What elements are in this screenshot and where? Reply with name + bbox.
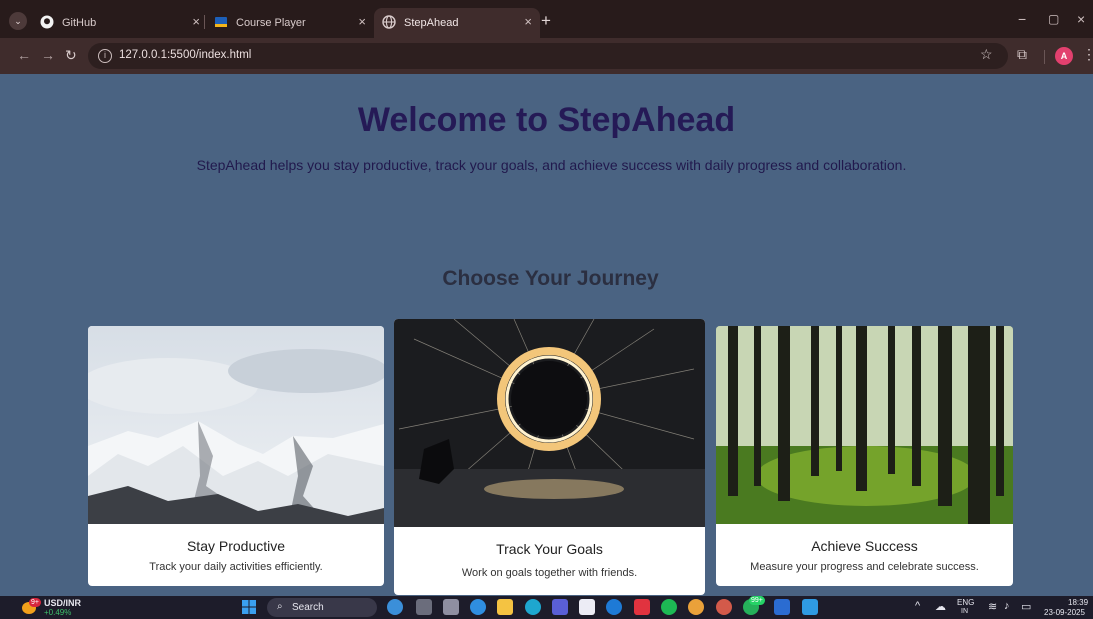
restore-button[interactable]: ▢ — [1048, 12, 1059, 26]
card-image-forest — [716, 326, 1013, 524]
card-description: Track your daily activities efficiently. — [149, 561, 323, 573]
tab-close-icon[interactable]: × — [192, 14, 200, 29]
region-indicator: IN — [961, 608, 968, 615]
page-title: Welcome to StepAhead — [357, 101, 736, 139]
extensions-icon[interactable]: ⧉ — [1017, 46, 1027, 63]
tab-divider — [204, 15, 205, 29]
card-track-your-goals[interactable]: Track Your Goals Work on goals together … — [394, 319, 705, 595]
card-stay-productive[interactable]: Stay Productive Track your daily activit… — [88, 326, 384, 586]
chat-badge: 99+ — [749, 596, 765, 605]
tab-stepahead[interactable]: StepAhead × — [374, 8, 540, 38]
copilot-icon[interactable] — [470, 599, 486, 615]
mcafee-icon[interactable] — [634, 599, 650, 615]
widget-badge: 9+ — [29, 598, 41, 607]
volume-icon[interactable]: ♪ — [1004, 600, 1010, 612]
card-image-light-ring — [394, 319, 705, 527]
tab-search-icon[interactable]: ⌄ — [9, 12, 27, 30]
card-title: Achieve Success — [811, 538, 918, 554]
tab-course-player[interactable]: Course Player × — [206, 8, 374, 38]
search-label: Search — [292, 602, 324, 613]
card-title: Stay Productive — [186, 538, 286, 554]
file-explorer-icon[interactable] — [497, 599, 513, 615]
close-window-button[interactable]: × — [1077, 11, 1085, 27]
card-description: Work on goals together with friends. — [461, 567, 638, 579]
onedrive-icon[interactable]: ☁ — [935, 600, 946, 613]
vscode-icon[interactable] — [802, 599, 818, 615]
taskbar-search[interactable]: ⌕ Search — [267, 598, 377, 617]
browser-toolbar: ← → ↻ i 127.0.0.1:5500/index.html ☆ ⧉ A … — [0, 38, 1093, 74]
clock-time[interactable]: 18:39 — [1068, 598, 1088, 607]
wifi-icon[interactable]: ≋ — [988, 600, 997, 613]
info-icon[interactable]: i — [98, 49, 112, 63]
terminal-icon[interactable] — [443, 599, 459, 615]
windows-taskbar: 9+ USD/INR +0.49% ⌕ Search 99+ ^ ☁ ENG I… — [0, 596, 1093, 619]
language-indicator[interactable]: ENG — [957, 598, 974, 607]
chevron-up-icon[interactable]: ^ — [915, 600, 920, 612]
tab-label: GitHub — [62, 17, 97, 29]
url-text[interactable]: 127.0.0.1:5500/index.html — [119, 49, 251, 61]
kebab-menu-icon[interactable]: ⋮ — [1082, 46, 1093, 63]
star-icon[interactable]: ☆ — [980, 46, 993, 63]
browser-tab-strip: ⌄ GitHub × Course Player × StepAhead × +… — [0, 0, 1093, 38]
chrome-profile-icon[interactable] — [716, 599, 732, 615]
card-description: Measure your progress and celebrate succ… — [750, 561, 979, 573]
card-image-mountains — [88, 326, 384, 524]
weather-widget[interactable]: 9+ — [20, 598, 42, 617]
address-bar[interactable]: i 127.0.0.1:5500/index.html — [88, 43, 1008, 69]
forward-arrow-icon[interactable]: → — [41, 47, 55, 63]
tab-label: Course Player — [236, 17, 306, 29]
spotify-icon[interactable] — [661, 599, 677, 615]
page-subtitle: StepAhead helps you stay productive, tra… — [196, 157, 907, 173]
course-player-icon — [215, 17, 227, 27]
task-view-icon[interactable] — [416, 599, 432, 615]
reload-icon[interactable]: ↻ — [65, 47, 77, 64]
github-icon — [40, 15, 54, 29]
globe-icon — [382, 15, 396, 29]
toolbar-divider — [1044, 50, 1045, 64]
word-icon[interactable] — [774, 599, 790, 615]
back-arrow-icon[interactable]: ← — [17, 47, 31, 63]
teams-icon[interactable] — [552, 599, 568, 615]
section-title: Choose Your Journey — [442, 267, 659, 290]
card-achieve-success[interactable]: Achieve Success Measure your progress an… — [716, 326, 1013, 586]
minimize-button[interactable]: − — [1018, 11, 1026, 27]
search-icon: ⌕ — [277, 601, 283, 612]
hp-icon[interactable] — [606, 599, 622, 615]
battery-icon[interactable]: ▭ — [1021, 600, 1031, 613]
widget-title: USD/INR — [44, 598, 82, 608]
clock-date[interactable]: 23-09-2025 — [1044, 608, 1085, 617]
windows-start-icon[interactable] — [241, 599, 257, 615]
whatsapp-icon[interactable]: 99+ — [743, 596, 765, 615]
tab-label: StepAhead — [404, 17, 459, 29]
tab-close-icon[interactable]: × — [524, 14, 532, 29]
profile-avatar[interactable]: A — [1055, 47, 1073, 65]
page-viewport: Welcome to StepAhead StepAhead helps you… — [0, 74, 1093, 596]
new-tab-button[interactable]: + — [541, 11, 551, 31]
tab-github[interactable]: GitHub × — [32, 8, 208, 38]
edge-icon[interactable] — [525, 599, 541, 615]
calculator-icon[interactable] — [579, 599, 595, 615]
card-title: Track Your Goals — [496, 541, 603, 557]
widget-value: +0.49% — [44, 608, 72, 617]
widgets-icon[interactable] — [387, 599, 403, 615]
tab-close-icon[interactable]: × — [358, 14, 366, 29]
chrome-icon[interactable] — [688, 599, 704, 615]
